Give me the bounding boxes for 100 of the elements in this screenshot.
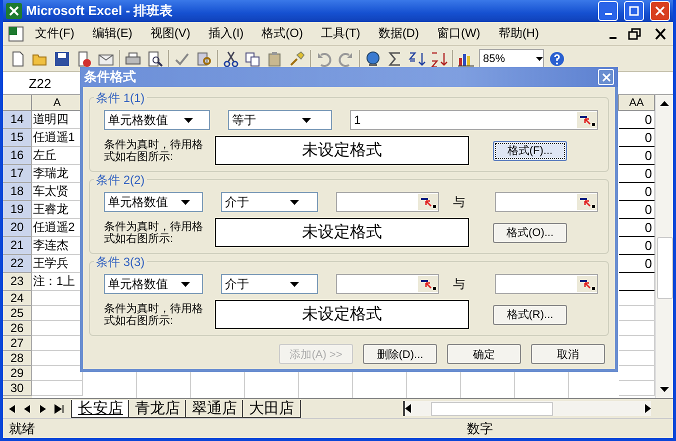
row-header[interactable]: 30 bbox=[3, 381, 32, 396]
scissors-icon[interactable] bbox=[222, 50, 240, 68]
caret-icon bbox=[184, 118, 193, 122]
row-header[interactable]: 16 bbox=[3, 147, 32, 165]
sheet-tab[interactable]: 翠通店 bbox=[185, 400, 244, 418]
operator-dropdown[interactable]: 等于 bbox=[228, 110, 332, 130]
sheet-tab[interactable]: 大田店 bbox=[242, 400, 301, 418]
value-field[interactable] bbox=[495, 274, 598, 294]
minimize-button[interactable] bbox=[598, 1, 618, 21]
dialog-title: 条件格式 bbox=[84, 68, 137, 86]
brush-icon[interactable] bbox=[288, 50, 306, 68]
row-header[interactable]: 15 bbox=[3, 129, 32, 147]
printer-icon[interactable] bbox=[124, 50, 142, 68]
row-header[interactable]: 29 bbox=[3, 366, 32, 381]
condition-type-dropdown[interactable]: 单元格数值 bbox=[104, 274, 204, 294]
row-header[interactable]: 14 bbox=[3, 111, 32, 129]
dialog-button[interactable]: 确定 bbox=[447, 344, 521, 364]
group-label: 条件 1(1) bbox=[94, 90, 147, 107]
range-picker-icon[interactable] bbox=[418, 194, 438, 210]
help-icon[interactable] bbox=[548, 50, 566, 68]
floppy-icon[interactable] bbox=[53, 50, 71, 68]
minimize-icon[interactable] bbox=[609, 36, 617, 38]
copy-icon[interactable] bbox=[244, 50, 262, 68]
row-header[interactable]: 17 bbox=[3, 165, 32, 183]
row-header[interactable]: 25 bbox=[3, 306, 32, 321]
column-header[interactable]: AA bbox=[619, 95, 655, 111]
condition-type-dropdown[interactable]: 单元格数值 bbox=[104, 192, 204, 212]
menu-item[interactable]: 帮助(H) bbox=[490, 23, 547, 44]
close-icon bbox=[655, 6, 665, 16]
range-picker-icon[interactable] bbox=[577, 194, 597, 210]
range-picker-icon[interactable] bbox=[577, 112, 597, 128]
dialog-button[interactable]: 取消 bbox=[531, 344, 605, 364]
hint-text: 条件为真时，待用格式如右图所示: bbox=[104, 220, 204, 244]
row-header[interactable]: 18 bbox=[3, 183, 32, 201]
scroll-up-icon[interactable] bbox=[660, 101, 669, 106]
sort-descending-icon[interactable] bbox=[430, 50, 448, 68]
menu-item[interactable]: 视图(V) bbox=[142, 23, 198, 44]
print-preview-icon[interactable] bbox=[146, 50, 164, 68]
value-field[interactable] bbox=[336, 192, 440, 212]
row-header[interactable]: 28 bbox=[3, 351, 32, 366]
zoom-dropdown[interactable]: 85% bbox=[479, 49, 544, 68]
maximize-icon bbox=[629, 6, 639, 16]
value-field[interactable]: 1 bbox=[350, 110, 598, 130]
row-header[interactable]: 19 bbox=[3, 201, 32, 219]
menu-item[interactable]: 编辑(E) bbox=[84, 23, 140, 44]
value-field[interactable] bbox=[336, 274, 440, 294]
operator-dropdown[interactable]: 介于 bbox=[221, 192, 318, 212]
sheet-tab[interactable]: 长安店 bbox=[71, 400, 130, 418]
scroll-left-icon[interactable] bbox=[405, 404, 411, 413]
joiner-label: 与 bbox=[453, 276, 466, 292]
format-preview: 未设定格式 bbox=[215, 136, 469, 165]
caret-icon bbox=[290, 200, 299, 204]
range-picker-icon[interactable] bbox=[577, 276, 597, 292]
row-header[interactable]: 20 bbox=[3, 219, 32, 237]
close-button[interactable] bbox=[650, 1, 670, 21]
caret-icon bbox=[302, 118, 311, 122]
window-title: Microsoft Excel - 排班表 bbox=[26, 2, 174, 20]
dialog-button[interactable]: 删除(D)... bbox=[363, 344, 437, 364]
row-header[interactable]: 23 bbox=[3, 273, 32, 291]
row-header[interactable]: 27 bbox=[3, 336, 32, 351]
globe-icon[interactable] bbox=[364, 50, 382, 68]
minimize-icon bbox=[604, 13, 612, 15]
row-header[interactable]: 21 bbox=[3, 237, 32, 255]
column-header[interactable]: A bbox=[32, 95, 83, 111]
caret-icon bbox=[180, 282, 190, 286]
scrollbar-thumb[interactable] bbox=[431, 402, 553, 416]
menu-item[interactable]: 工具(T) bbox=[312, 23, 368, 44]
close-button[interactable] bbox=[598, 69, 614, 85]
menu-item[interactable]: 格式(O) bbox=[254, 23, 311, 44]
menu-item[interactable]: 文件(F) bbox=[27, 23, 82, 44]
menu-item[interactable]: 窗口(W) bbox=[428, 23, 488, 44]
format-button[interactable]: 格式(F)... bbox=[493, 140, 567, 160]
restore-icon[interactable] bbox=[627, 26, 643, 40]
format-button[interactable]: 格式(R)... bbox=[493, 304, 567, 324]
format-button[interactable]: 格式(O)... bbox=[493, 222, 567, 242]
workbook-icon[interactable] bbox=[7, 24, 25, 42]
menu-item[interactable]: 数据(D) bbox=[370, 23, 427, 44]
maximize-button[interactable] bbox=[624, 1, 644, 21]
scroll-right-icon[interactable] bbox=[645, 404, 651, 413]
joiner-label: 与 bbox=[453, 194, 466, 210]
operator-dropdown[interactable]: 介于 bbox=[221, 274, 318, 294]
scroll-down-icon[interactable] bbox=[660, 387, 669, 392]
caret-icon bbox=[536, 56, 543, 60]
scrollbar-thumb[interactable] bbox=[656, 237, 672, 299]
value-field[interactable] bbox=[495, 192, 598, 212]
format-preview: 未设定格式 bbox=[215, 218, 469, 247]
row-header[interactable]: 22 bbox=[3, 255, 32, 273]
caret-icon bbox=[180, 200, 190, 204]
close-icon bbox=[602, 72, 610, 82]
row-header[interactable]: 24 bbox=[3, 291, 32, 306]
name-box[interactable]: Z22 bbox=[3, 76, 77, 90]
range-picker-icon[interactable] bbox=[418, 276, 438, 292]
hint-text: 条件为真时，待用格式如右图所示: bbox=[104, 138, 204, 162]
sort-ascending-icon[interactable] bbox=[408, 50, 426, 68]
menu-item[interactable]: 插入(I) bbox=[200, 23, 252, 44]
last-sheet-icon[interactable] bbox=[53, 404, 65, 414]
condition-type-dropdown[interactable]: 单元格数值 bbox=[104, 110, 210, 130]
row-header[interactable]: 26 bbox=[3, 321, 32, 336]
status-text: 就绪 bbox=[9, 420, 36, 438]
sheet-tab[interactable]: 青龙店 bbox=[128, 400, 187, 418]
